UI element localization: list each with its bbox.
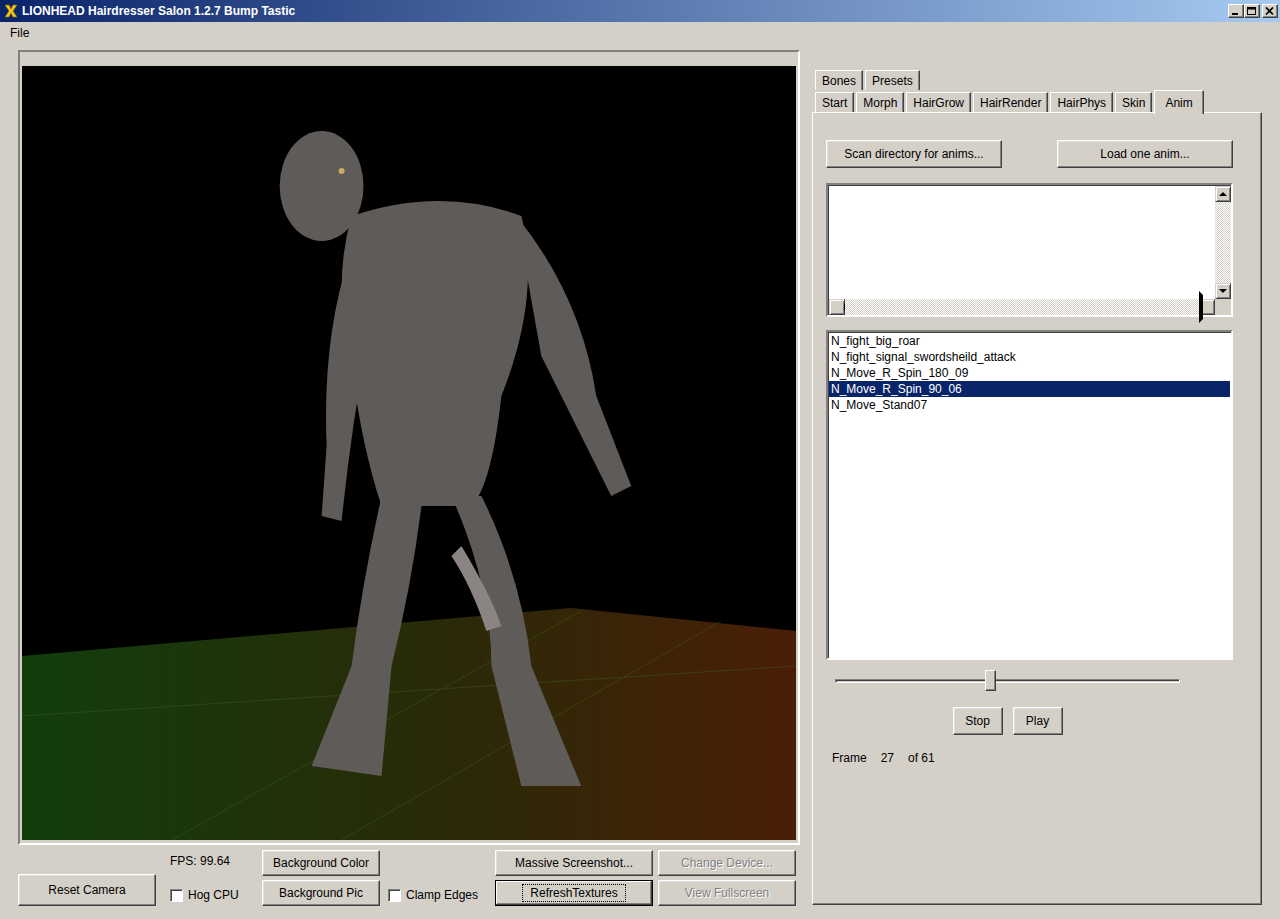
frame-counter: Frame27of 61	[826, 751, 1233, 765]
anim-panel: Scan directory for anims... Load one anim…	[812, 112, 1262, 905]
tab[interactable]: Anim	[1154, 90, 1203, 114]
app-window: LIONHEAD Hairdresser Salon 1.2.7 Bump Ta…	[0, 0, 1280, 919]
scroll-down-button[interactable]	[1215, 283, 1231, 299]
tab[interactable]: HairRender	[973, 92, 1048, 112]
anim-list[interactable]: N_fight_big_roarN_fight_signal_swordshei…	[826, 330, 1233, 660]
minimize-icon	[1231, 7, 1241, 16]
tab[interactable]: Morph	[856, 92, 904, 112]
bottom-controls: Reset Camera FPS: 99.64 Hog CPU Background …	[18, 850, 800, 908]
toolbar-button[interactable]: Background Pic	[262, 880, 380, 906]
anim-load-button[interactable]: Scan directory for anims...	[826, 140, 1002, 168]
scene-render-icon	[22, 66, 796, 840]
toolbar-button[interactable]: Background Color	[262, 850, 380, 876]
anim-list-item[interactable]: N_fight_big_roar	[829, 333, 1230, 349]
reset-camera-button[interactable]: Reset Camera	[18, 874, 156, 906]
anim-load-button[interactable]: Load one anim...	[1057, 140, 1233, 168]
clamp-edges-checkbox[interactable]: Clamp Edges	[388, 888, 488, 902]
anim-list-item[interactable]: N_Move_Stand07	[829, 397, 1230, 413]
anim-list-item[interactable]: N_fight_signal_swordsheild_attack	[829, 349, 1230, 365]
checkbox-box[interactable]	[388, 889, 401, 902]
title-bar: LIONHEAD Hairdresser Salon 1.2.7 Bump Ta…	[0, 0, 1280, 22]
arrow-up-icon	[1219, 192, 1227, 196]
toolbar-button[interactable]: RefreshTextures	[495, 880, 653, 906]
menu-bar: File	[0, 22, 1280, 44]
tab[interactable]: HairPhys	[1050, 92, 1113, 112]
window-title: LIONHEAD Hairdresser Salon 1.2.7 Bump Ta…	[22, 4, 1228, 18]
checkbox-box[interactable]	[170, 889, 183, 902]
frame-slider[interactable]	[835, 670, 1180, 692]
tab-row: BonesPresets	[815, 68, 1280, 90]
menu-item[interactable]: File	[4, 24, 35, 42]
playback-button[interactable]: Play	[1013, 707, 1063, 735]
minimize-button[interactable]	[1228, 4, 1244, 18]
toolbar-button[interactable]: Massive Screenshot...	[495, 850, 653, 876]
toolbar-button[interactable]: Change Device...	[658, 850, 796, 876]
tab[interactable]: Skin	[1115, 92, 1152, 112]
app-logo-icon	[4, 4, 18, 18]
window-controls	[1228, 4, 1278, 18]
close-button[interactable]	[1262, 4, 1278, 18]
left-column: Reset Camera FPS: 99.64 Hog CPU Background …	[0, 44, 800, 919]
close-icon	[1265, 7, 1275, 16]
arrow-right-icon	[1199, 291, 1215, 323]
tab[interactable]: Start	[815, 92, 854, 112]
arrow-down-icon	[1219, 289, 1227, 293]
maximize-icon	[1247, 7, 1257, 16]
tab[interactable]: HairGrow	[906, 92, 971, 112]
horizontal-scrollbar[interactable]	[829, 299, 1231, 315]
viewport-3d[interactable]	[22, 66, 796, 840]
tab[interactable]: Presets	[865, 70, 920, 90]
fps-label: FPS: 99.64	[170, 854, 250, 868]
maximize-button[interactable]	[1244, 4, 1260, 18]
hog-cpu-checkbox[interactable]: Hog CPU	[170, 888, 250, 902]
anim-list-item[interactable]: N_Move_R_Spin_180_09	[829, 365, 1230, 381]
toolbar-button[interactable]: View Fullscreen	[658, 880, 796, 906]
anim-list-item[interactable]: N_Move_R_Spin_90_06	[829, 381, 1230, 397]
scroll-left-button[interactable]	[829, 299, 845, 315]
viewport-frame	[18, 50, 800, 845]
scroll-right-button[interactable]	[1199, 299, 1215, 315]
scroll-up-button[interactable]	[1215, 186, 1231, 202]
tab-strip: BonesPresetsStartMorphHairGrowHairRender…	[812, 68, 1280, 112]
vertical-scrollbar[interactable]	[1215, 186, 1231, 299]
slider-thumb[interactable]	[985, 670, 996, 691]
playback-button[interactable]: Stop	[953, 707, 1003, 735]
right-column: BonesPresetsStartMorphHairGrowHairRender…	[800, 44, 1280, 919]
tab-row: StartMorphHairGrowHairRenderHairPhysSkin…	[815, 90, 1280, 112]
tab[interactable]: Bones	[815, 70, 863, 90]
anim-directory-list[interactable]	[826, 183, 1233, 317]
main-area: Reset Camera FPS: 99.64 Hog CPU Background …	[0, 44, 1280, 919]
